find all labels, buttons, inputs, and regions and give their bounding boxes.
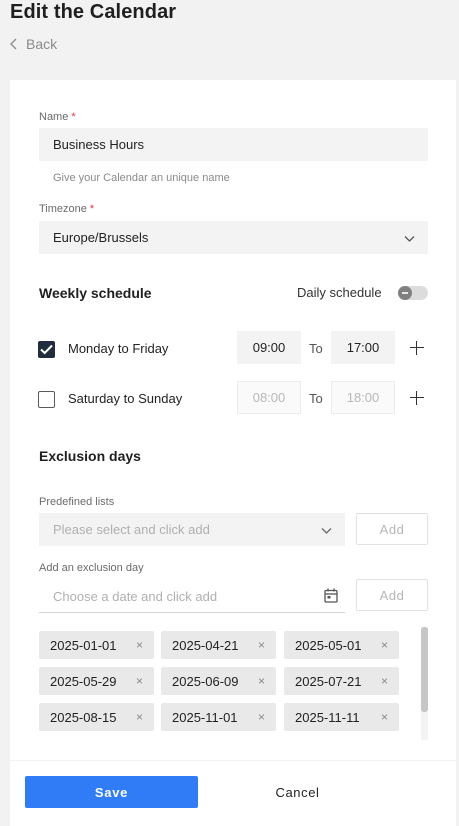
chevron-down-icon <box>404 230 415 245</box>
page-title: Edit the Calendar <box>10 1 177 23</box>
add-exclusion-day-button[interactable]: Add <box>356 579 428 611</box>
weekly-schedule-title: Weekly schedule <box>39 285 152 301</box>
name-label: Name * <box>39 111 76 123</box>
exclusion-day-tag: 2025-07-21 × <box>284 667 399 695</box>
daily-schedule-toggle[interactable] <box>398 286 428 300</box>
back-link[interactable]: Back <box>10 36 57 52</box>
plus-icon[interactable] <box>410 341 424 355</box>
close-icon[interactable]: × <box>136 638 143 652</box>
plus-icon[interactable] <box>410 391 424 405</box>
toggle-icon <box>398 286 412 300</box>
tags-scrollbar[interactable] <box>421 627 428 712</box>
check-icon <box>40 344 53 355</box>
saturday-sunday-label: Saturday to Sunday <box>68 391 183 406</box>
chevron-left-icon <box>10 38 17 50</box>
exclusion-day-tag: 2025-06-09 × <box>161 667 276 695</box>
add-predefined-button[interactable]: Add <box>356 513 428 545</box>
exclusion-days-title: Exclusion days <box>39 448 141 464</box>
exclusion-day-tag: 2025-08-15 × <box>39 703 154 731</box>
close-icon[interactable]: × <box>258 710 265 724</box>
calendar-icon[interactable] <box>324 588 338 606</box>
exclusion-day-tag: 2025-11-11 × <box>284 703 399 731</box>
name-hint: Give your Calendar an unique name <box>53 172 230 184</box>
chevron-down-icon <box>321 522 332 537</box>
monday-friday-checkbox[interactable] <box>38 341 55 358</box>
exclusion-day-tag: 2025-04-21 × <box>161 631 276 659</box>
calendar-form-card: Name * Business Hours Give your Calendar … <box>10 80 456 760</box>
timezone-select[interactable]: Europe/Brussels <box>39 221 428 254</box>
exclusion-day-tag: 2025-01-01 × <box>39 631 154 659</box>
exclusion-date-input[interactable]: Choose a date and click add <box>39 580 345 613</box>
required-mark: * <box>89 203 95 215</box>
saturday-sunday-checkbox[interactable] <box>38 391 55 408</box>
to-label: To <box>309 391 323 406</box>
predefined-lists-label: Predefined lists <box>39 496 115 508</box>
exclusion-day-tag: 2025-05-29 × <box>39 667 154 695</box>
save-button[interactable]: Save <box>25 776 198 808</box>
close-icon[interactable]: × <box>258 674 265 688</box>
name-input[interactable]: Business Hours <box>39 128 428 161</box>
monday-friday-label: Monday to Friday <box>68 341 169 356</box>
cancel-button[interactable]: Cancel <box>210 776 385 808</box>
saturday-sunday-end-time[interactable]: 18:00 <box>331 381 395 414</box>
monday-friday-start-time[interactable]: 09:00 <box>237 331 301 364</box>
close-icon[interactable]: × <box>381 710 388 724</box>
timezone-label: Timezone * <box>39 203 95 215</box>
close-icon[interactable]: × <box>258 638 265 652</box>
form-footer: Save Cancel <box>10 761 456 826</box>
close-icon[interactable]: × <box>136 674 143 688</box>
close-icon[interactable]: × <box>136 710 143 724</box>
exclusion-day-label: Add an exclusion day <box>39 562 144 574</box>
exclusion-day-tag: 2025-05-01 × <box>284 631 399 659</box>
back-label: Back <box>26 36 58 52</box>
saturday-sunday-start-time[interactable]: 08:00 <box>237 381 301 414</box>
monday-friday-end-time[interactable]: 17:00 <box>331 331 395 364</box>
predefined-lists-select[interactable]: Please select and click add <box>39 513 345 546</box>
daily-schedule-label: Daily schedule <box>297 285 382 300</box>
close-icon[interactable]: × <box>381 674 388 688</box>
to-label: To <box>309 341 323 356</box>
close-icon[interactable]: × <box>381 638 388 652</box>
required-mark: * <box>71 111 76 123</box>
exclusion-day-tag: 2025-11-01 × <box>161 703 276 731</box>
